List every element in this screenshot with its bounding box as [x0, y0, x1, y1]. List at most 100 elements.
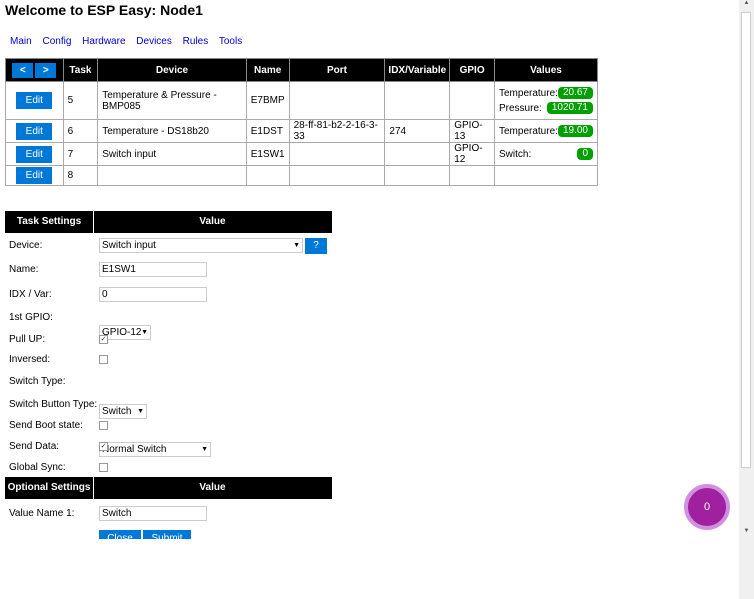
main-nav: Main Config Hardware Devices Rules Tools — [10, 36, 250, 47]
next-page-button[interactable]: > — [35, 62, 57, 78]
column-header-idx: IDX/Variable — [384, 58, 451, 82]
values-cell: Temperature: 19.00 — [494, 119, 598, 143]
value-line: Switch: 0 — [499, 147, 593, 162]
nav-link-tools[interactable]: Tools — [219, 36, 242, 47]
vertical-scrollbar[interactable]: ▲ ▼ — [739, 0, 754, 599]
idx-cell — [384, 142, 451, 166]
column-header-name: Name — [245, 58, 290, 82]
device-cell: Temperature & Pressure - BMP085 — [97, 81, 247, 120]
column-header-port: Port — [288, 58, 386, 82]
port-cell — [288, 142, 386, 166]
column-header-gpio: GPIO — [449, 58, 495, 82]
gpio-label: 1st GPIO: — [9, 312, 53, 323]
idx-cell — [384, 81, 451, 120]
close-button[interactable]: Close — [99, 530, 141, 539]
gpio-cell: GPIO-12 — [449, 142, 495, 166]
device-cell — [97, 165, 247, 186]
pager-header: < > — [5, 58, 64, 82]
values-cell — [494, 165, 598, 186]
table-row: Edit 8 — [5, 165, 598, 186]
column-header-device: Device — [97, 58, 247, 82]
send-data-label: Send Data: — [9, 441, 60, 452]
value-name-input[interactable]: Switch — [99, 506, 207, 521]
notification-bubble[interactable]: 0 — [684, 484, 730, 530]
optional-settings-header: Optional Settings Value — [5, 477, 332, 499]
gpio-cell: GPIO-13 — [449, 119, 495, 143]
inversed-checkbox[interactable] — [99, 355, 108, 364]
form-buttons-clip: Close Submit — [99, 530, 194, 539]
device-select-value: Switch input — [102, 240, 156, 251]
check-icon: ✓ — [100, 336, 107, 343]
idx-label: IDX / Var: — [9, 289, 52, 300]
gpio-cell — [449, 165, 495, 186]
idx-cell — [384, 165, 451, 186]
port-cell — [288, 81, 386, 120]
column-header-values: Values — [494, 58, 598, 82]
nav-link-rules[interactable]: Rules — [183, 36, 209, 47]
value-badge: 0 — [577, 148, 593, 160]
task-cell: 5 — [62, 81, 99, 120]
value-line: Pressure: 1020.71 — [499, 101, 593, 116]
nav-link-hardware[interactable]: Hardware — [82, 36, 125, 47]
switch-type-select[interactable]: Switch ▼ — [99, 404, 147, 419]
edit-button[interactable]: Edit — [16, 92, 53, 109]
edit-button[interactable]: Edit — [16, 122, 53, 140]
value-badge: 19.00 — [557, 125, 593, 137]
dropdown-arrow-icon: ▼ — [293, 242, 300, 249]
nav-link-config[interactable]: Config — [42, 36, 71, 47]
button-type-select[interactable]: Normal Switch ▼ — [99, 442, 211, 457]
button-type-select-value: Normal Switch — [102, 444, 167, 455]
value-line: Temperature: 20.67 — [499, 86, 593, 101]
edit-cell: Edit — [5, 142, 64, 166]
nav-link-main[interactable]: Main — [10, 36, 32, 47]
submit-button[interactable]: Submit — [143, 530, 191, 539]
optional-settings-header-value: Value — [199, 482, 226, 493]
switch-type-label: Switch Type: — [9, 376, 66, 387]
edit-cell: Edit — [5, 165, 64, 186]
device-select[interactable]: Switch input ▼ — [99, 238, 303, 253]
boot-state-label: Send Boot state: — [9, 420, 83, 431]
gpio-cell — [449, 81, 495, 120]
name-cell: E1DST — [245, 119, 290, 143]
name-input[interactable]: E1SW1 — [99, 262, 207, 277]
inversed-label: Inversed: — [9, 354, 51, 365]
task-cell: 6 — [62, 119, 99, 143]
edit-button[interactable]: Edit — [16, 167, 53, 184]
help-button[interactable]: ? — [305, 238, 327, 254]
dropdown-arrow-icon: ▼ — [137, 408, 144, 415]
idx-cell: 274 — [384, 119, 451, 143]
pullup-label: Pull UP: — [9, 334, 46, 345]
edit-cell: Edit — [5, 119, 64, 143]
send-data-checkbox[interactable]: ✓ — [99, 442, 108, 451]
table-row: Edit 7 Switch input E1SW1 GPIO-12 Switch… — [5, 142, 598, 166]
value-label: Switch: — [499, 148, 532, 160]
table-row: Edit 5 Temperature & Pressure - BMP085 E… — [5, 81, 598, 120]
task-cell: 7 — [62, 142, 99, 166]
check-icon: ✓ — [100, 443, 107, 450]
scroll-up-icon[interactable]: ▲ — [739, 0, 754, 11]
device-cell: Temperature - DS18b20 — [97, 119, 247, 143]
edit-cell: Edit — [5, 81, 64, 120]
device-table: < > Task Device Name Port IDX/Variable GP… — [5, 58, 598, 186]
scrollbar-thumb[interactable] — [741, 12, 751, 468]
value-line: Temperature: 19.00 — [499, 124, 593, 139]
task-settings-header: Task Settings Value — [5, 211, 332, 233]
boot-state-checkbox[interactable] — [99, 421, 108, 430]
values-cell: Switch: 0 — [494, 142, 598, 166]
prev-page-button[interactable]: < — [12, 62, 34, 78]
scroll-down-icon[interactable]: ▼ — [739, 528, 754, 539]
table-row: Edit 6 Temperature - DS18b20 E1DST 28-ff… — [5, 119, 598, 143]
value-label: Pressure: — [499, 102, 542, 114]
pullup-checkbox[interactable]: ✓ — [99, 335, 108, 344]
port-cell — [288, 165, 386, 186]
nav-link-devices[interactable]: Devices — [136, 36, 172, 47]
value-label: Temperature: — [499, 125, 558, 137]
switch-type-select-value: Switch — [102, 406, 132, 417]
global-sync-label: Global Sync: — [9, 462, 66, 473]
task-cell: 8 — [62, 165, 99, 186]
port-cell: 28-ff-81-b2-2-16-3-33 — [288, 119, 386, 143]
idx-input[interactable]: 0 — [99, 287, 207, 302]
global-sync-checkbox[interactable] — [99, 463, 108, 472]
edit-button[interactable]: Edit — [16, 145, 53, 163]
device-label: Device: — [9, 240, 43, 251]
